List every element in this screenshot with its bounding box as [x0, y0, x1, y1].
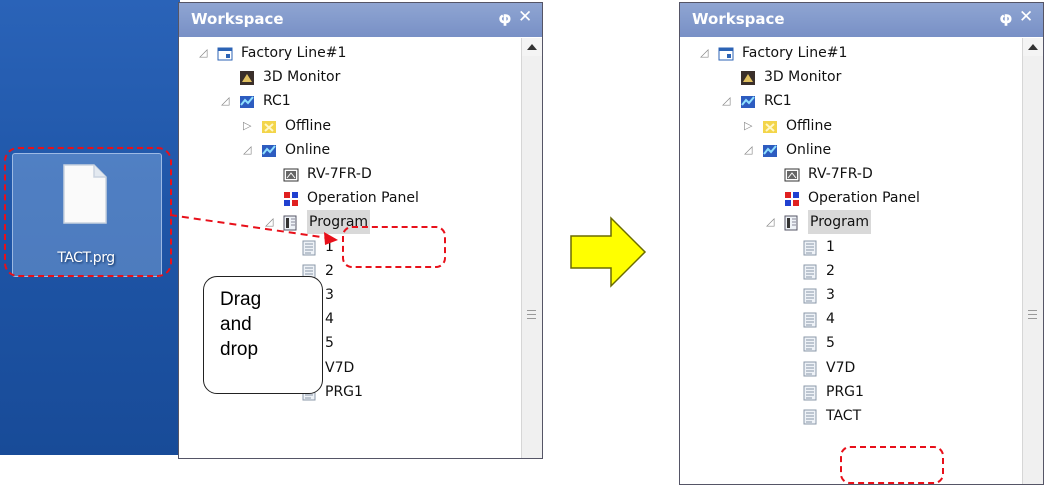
- drag-and-drop-callout: Drag and drop: [203, 276, 323, 394]
- transition-arrow-icon: [570, 216, 647, 288]
- drag-path-arrow: [169, 214, 338, 245]
- added-item-outline: [840, 446, 944, 484]
- callout-line: Drag: [220, 289, 262, 310]
- callout-line: and: [220, 314, 252, 335]
- callout-line: drop: [220, 339, 259, 360]
